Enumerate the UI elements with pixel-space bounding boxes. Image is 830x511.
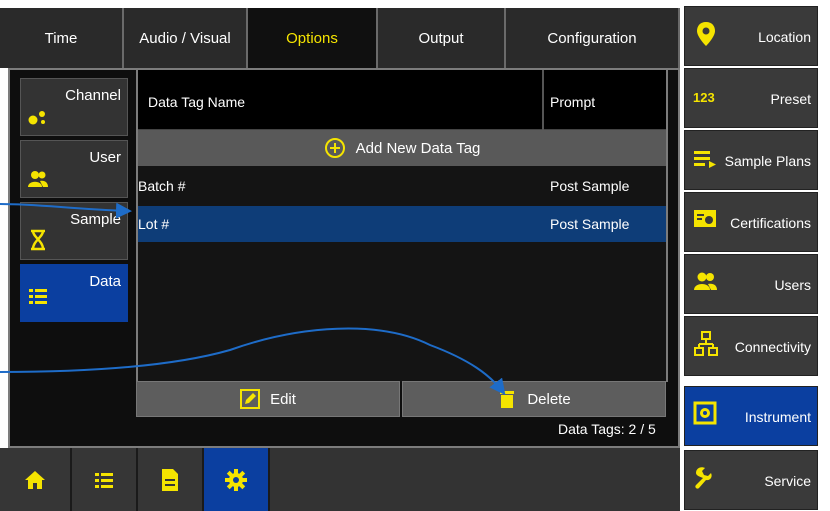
- delete-label: Delete: [527, 390, 571, 408]
- subnav-sample[interactable]: Sample: [20, 202, 128, 260]
- subnav-data[interactable]: Data: [20, 264, 128, 322]
- table-row-selected[interactable]: Lot # Post Sample: [138, 206, 666, 242]
- sidebar-item-sample-plans[interactable]: Sample Plans: [684, 130, 818, 190]
- add-data-tag-button[interactable]: Add New Data Tag: [138, 130, 666, 166]
- sidebar-item-location[interactable]: Location: [684, 6, 818, 66]
- sidebar-item-certifications[interactable]: Certifications: [684, 192, 818, 252]
- subnav-label: Data: [89, 273, 121, 290]
- subnav-label: Channel: [65, 87, 121, 104]
- location-pin-icon: [697, 22, 715, 46]
- trash-icon: [500, 391, 515, 408]
- list-arrow-icon: [694, 151, 716, 168]
- document-icon: [162, 468, 178, 491]
- subnav-channel[interactable]: Channel: [20, 78, 128, 136]
- table-header: Data Tag Name Prompt: [138, 70, 666, 130]
- delete-button[interactable]: Delete: [402, 381, 666, 417]
- data-tag-table: Data Tag Name Prompt Add New Data Tag Ba…: [136, 70, 668, 382]
- sidebar-item-preset[interactable]: 123 Preset: [684, 68, 818, 128]
- sidebar-item-label: Preset: [770, 91, 811, 107]
- tab-label: Output: [418, 29, 464, 47]
- users-icon: [694, 272, 717, 290]
- number-123-icon: 123: [693, 90, 715, 105]
- add-data-tag-label: Add New Data Tag: [355, 139, 481, 157]
- list-button[interactable]: [72, 448, 138, 511]
- tab-label: Configuration: [547, 29, 637, 47]
- document-button[interactable]: [138, 448, 204, 511]
- column-header-name: Data Tag Name: [148, 94, 246, 110]
- tab-time[interactable]: Time: [0, 8, 124, 68]
- tab-label: Time: [44, 29, 78, 47]
- network-icon: [694, 331, 718, 356]
- tab-output[interactable]: Output: [378, 8, 506, 68]
- wrench-icon: [695, 467, 712, 489]
- row-prompt: Post Sample: [550, 178, 630, 194]
- sidebar-item-label: Location: [758, 29, 811, 45]
- row-name: Batch #: [138, 178, 186, 194]
- options-panel: Channel User Sample Data Data Tag Name P…: [8, 68, 680, 448]
- sidebar-item-label: Certifications: [730, 215, 811, 231]
- gear-icon: [225, 468, 247, 491]
- hourglass-icon: [31, 229, 45, 251]
- right-sidebar: Location 123 Preset Sample Plans Certifi…: [684, 6, 818, 511]
- tab-options[interactable]: Options: [248, 8, 378, 68]
- row-name: Lot #: [138, 216, 170, 232]
- sidebar-item-service[interactable]: Service: [684, 450, 818, 510]
- app-window: Time Audio / Visual Options Output Confi…: [0, 0, 830, 511]
- list-icon: [29, 289, 47, 304]
- sidebar-item-label: Sample Plans: [724, 153, 811, 169]
- settings-button[interactable]: [204, 448, 270, 511]
- list-icon: [95, 472, 113, 488]
- tab-label: Audio / Visual: [139, 29, 231, 47]
- subnav-label: Sample: [70, 211, 121, 228]
- column-header-prompt: Prompt: [550, 94, 596, 110]
- home-button[interactable]: [0, 448, 72, 511]
- certificate-icon: [694, 210, 716, 227]
- bottom-nav-spacer: [270, 448, 680, 511]
- users-icon: [28, 171, 48, 187]
- edit-icon: [240, 389, 261, 409]
- sidebar-item-instrument[interactable]: Instrument: [684, 386, 818, 446]
- tab-label: Options: [286, 29, 338, 47]
- edit-button[interactable]: Edit: [136, 381, 400, 417]
- sidebar-item-label: Users: [774, 277, 811, 293]
- subnav-user[interactable]: User: [20, 140, 128, 198]
- table-actions: Edit Delete: [136, 381, 668, 419]
- instrument-icon: [693, 401, 717, 425]
- top-tab-bar: Time Audio / Visual Options Output Confi…: [0, 8, 680, 68]
- sidebar-item-label: Service: [764, 473, 811, 489]
- table-row[interactable]: Batch # Post Sample: [138, 168, 666, 204]
- bottom-nav: [0, 448, 680, 511]
- data-tag-count: Data Tags: 2 / 5: [558, 421, 656, 437]
- subnav-label: User: [89, 149, 121, 166]
- home-icon: [25, 470, 45, 489]
- tab-audio-visual[interactable]: Audio / Visual: [124, 8, 248, 68]
- plus-circle-icon: [324, 138, 345, 158]
- svg-text:123: 123: [693, 90, 715, 105]
- edit-label: Edit: [270, 390, 296, 408]
- sidebar-item-label: Instrument: [744, 409, 811, 425]
- column-divider: [542, 70, 544, 130]
- sidebar-item-users[interactable]: Users: [684, 254, 818, 314]
- sidebar-item-connectivity[interactable]: Connectivity: [684, 316, 818, 376]
- row-prompt: Post Sample: [550, 216, 630, 232]
- sidebar-item-label: Connectivity: [734, 339, 811, 355]
- dots-icon: [28, 111, 45, 125]
- tab-configuration[interactable]: Configuration: [506, 8, 680, 68]
